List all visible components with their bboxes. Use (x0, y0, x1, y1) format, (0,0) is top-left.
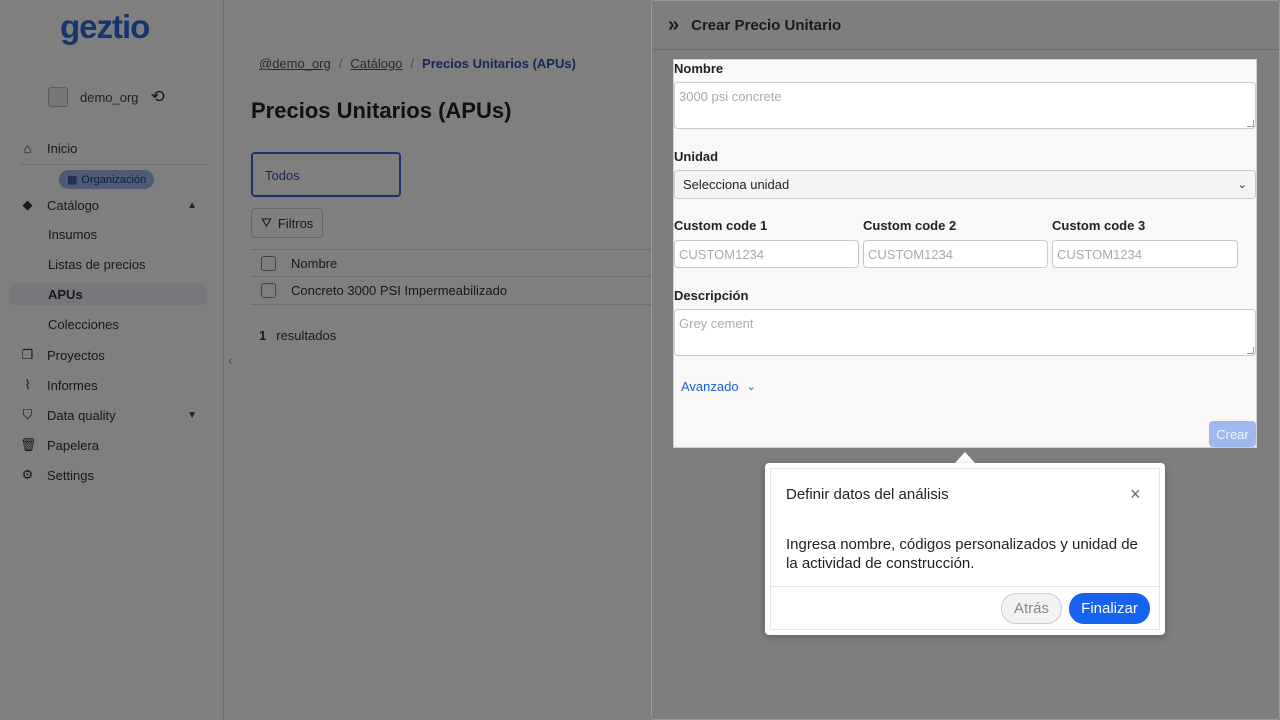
nombre-field[interactable]: 3000 psi concrete (674, 82, 1256, 129)
finish-button[interactable]: Finalizar (1069, 593, 1150, 624)
chevron-down-icon: ⌄ (1237, 179, 1247, 191)
chevron-down-icon: ⌄ (746, 381, 756, 393)
descripcion-label: Descripción (674, 288, 749, 303)
tour-divider (771, 586, 1159, 587)
popover-arrow (955, 452, 975, 463)
custom-code-1-input[interactable]: CUSTOM1234 (674, 240, 859, 268)
unidad-selected-value: Selecciona unidad (683, 177, 790, 192)
drawer-title: Crear Precio Unitario (691, 16, 842, 34)
custom-code-2-input[interactable]: CUSTOM1234 (863, 240, 1048, 268)
nombre-label: Nombre (674, 61, 724, 76)
nombre-placeholder: 3000 psi concrete (679, 89, 782, 104)
close-drawer-icon[interactable]: » (668, 15, 679, 35)
create-button[interactable]: Crear (1209, 421, 1256, 447)
back-button[interactable]: Atrás (1001, 593, 1062, 624)
tour-description: Ingresa nombre, códigos personalizados y… (786, 536, 1138, 572)
custom-code-1-label: Custom code 1 (674, 218, 768, 233)
custom-code-3-input[interactable]: CUSTOM1234 (1052, 240, 1238, 268)
tour-popover-body: Definir datos del análisis × Ingresa nom… (770, 468, 1160, 630)
unidad-label: Unidad (674, 149, 719, 164)
close-icon[interactable]: × (1130, 484, 1141, 505)
tour-title: Definir datos del análisis (786, 486, 949, 503)
resize-handle[interactable] (1247, 120, 1254, 127)
resize-handle[interactable] (1247, 347, 1254, 354)
descripcion-field[interactable]: Grey cement (674, 309, 1256, 356)
advanced-toggle[interactable]: Avanzado ⌄ (681, 379, 756, 394)
tour-popover: Definir datos del análisis × Ingresa nom… (765, 463, 1165, 635)
drawer-header: » Crear Precio Unitario (652, 1, 1279, 50)
unidad-select[interactable]: Selecciona unidad ⌄ (674, 170, 1256, 199)
custom-code-3-label: Custom code 3 (1052, 218, 1146, 233)
descripcion-placeholder: Grey cement (679, 316, 754, 331)
custom-code-2-label: Custom code 2 (863, 218, 957, 233)
